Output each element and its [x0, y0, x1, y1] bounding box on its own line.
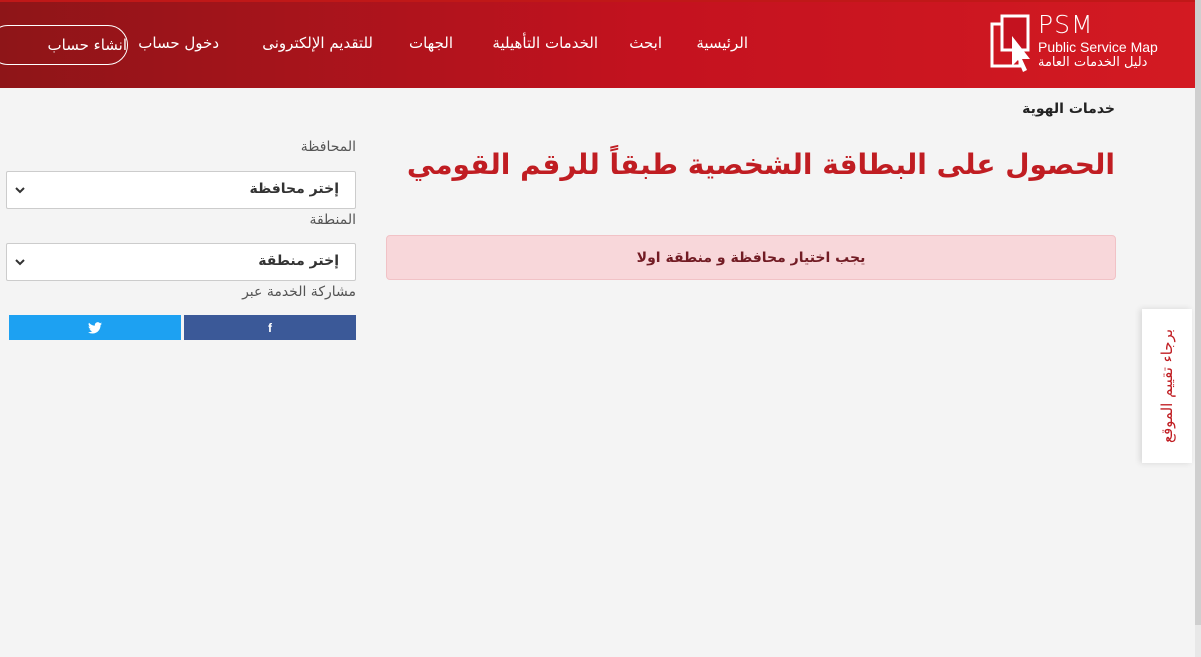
- region-select[interactable]: إختر منطقة: [6, 243, 356, 281]
- logo-subtitle-en: Public Service Map: [1038, 39, 1158, 55]
- logo-psm: PSM: [1038, 10, 1094, 39]
- top-navbar: PSM Public Service Map دليل الخدمات العا…: [0, 0, 1195, 88]
- page-title: الحصول على البطاقة الشخصية طبقاً للرقم ا…: [406, 148, 1115, 181]
- alert-message: يجب اختيار محافظة و منطقة اولا: [386, 235, 1116, 280]
- nav-entities[interactable]: الجهات: [409, 34, 453, 52]
- signup-label: انشاء حساب: [47, 36, 127, 54]
- nav-login[interactable]: دخول حساب: [138, 34, 219, 52]
- chevron-down-icon: [15, 187, 25, 194]
- signup-button[interactable]: انشاء حساب: [0, 25, 128, 65]
- chevron-down-icon: [15, 259, 25, 266]
- scrollbar-thumb[interactable]: [1195, 0, 1201, 625]
- governorate-value: إختر محافظة: [249, 181, 340, 197]
- nav-qualifying-services[interactable]: الخدمات التأهيلية: [492, 34, 598, 52]
- region-label: المنطقة: [309, 212, 356, 228]
- region-value: إختر منطقة: [258, 253, 339, 269]
- alert-text: يجب اختيار محافظة و منطقة اولا: [636, 249, 866, 266]
- governorate-select[interactable]: إختر محافظة: [6, 171, 356, 209]
- page-scrollbar[interactable]: [1195, 0, 1201, 657]
- facebook-icon: f: [268, 320, 272, 335]
- logo-subtitle-ar: دليل الخدمات العامة: [1038, 55, 1148, 70]
- rate-site-tab[interactable]: برجاء تقييم الموقع: [1142, 309, 1192, 463]
- breadcrumb[interactable]: خدمات الهوية: [1022, 101, 1115, 117]
- share-label: مشاركة الخدمة عبر: [242, 284, 356, 300]
- nav-e-apply[interactable]: للتقديم الإلكترونى: [262, 34, 373, 52]
- site-logo[interactable]: PSM Public Service Map دليل الخدمات العا…: [990, 10, 1165, 78]
- document-cursor-icon: [990, 14, 1030, 72]
- twitter-icon: [88, 321, 102, 334]
- share-twitter-button[interactable]: [9, 315, 181, 340]
- nav-search[interactable]: ابحث: [629, 34, 662, 52]
- rate-site-label: برجاء تقييم الموقع: [1158, 329, 1176, 443]
- governorate-label: المحافظة: [300, 139, 356, 155]
- nav-home[interactable]: الرئيسية: [696, 34, 748, 52]
- share-facebook-button[interactable]: f: [184, 315, 356, 340]
